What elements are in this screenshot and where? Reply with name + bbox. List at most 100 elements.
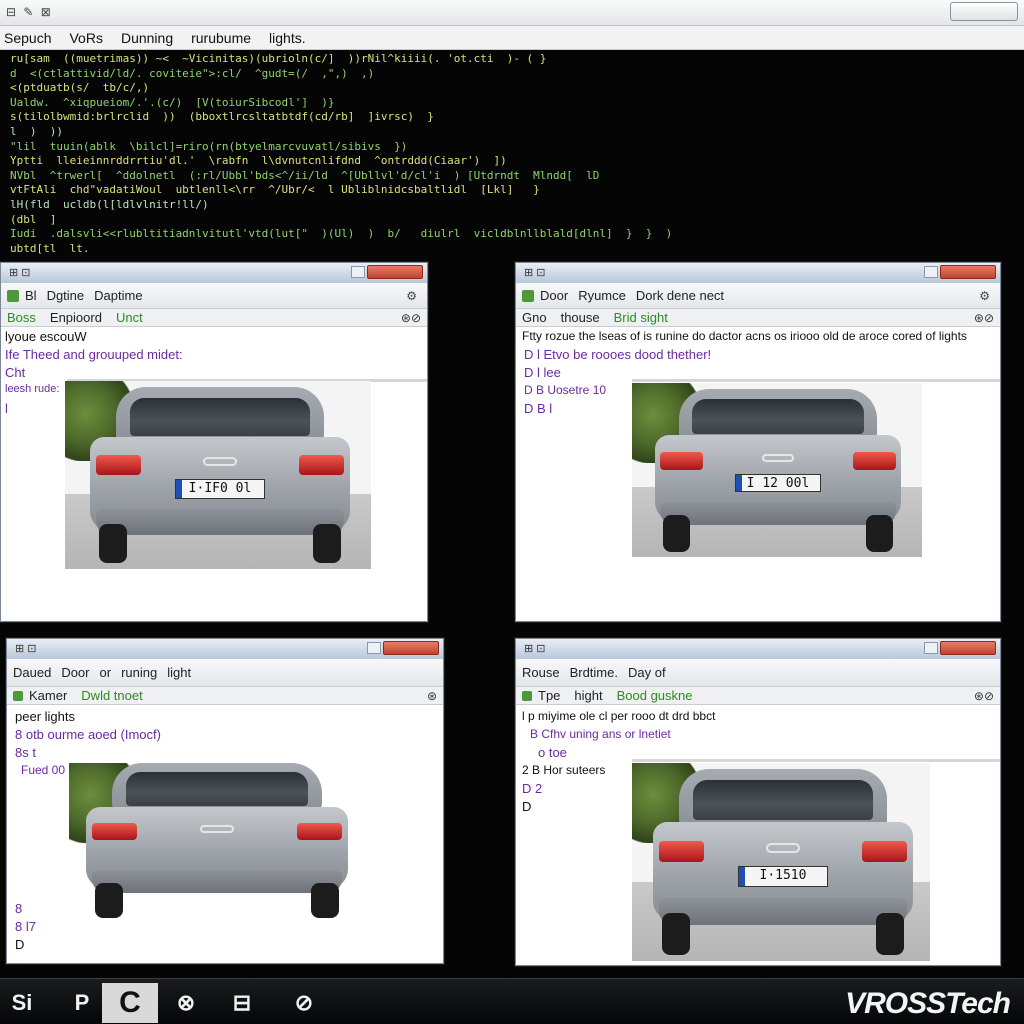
window-tabs: Boss Enpioord Unct ⊛⊘ <box>1 309 427 327</box>
window-controls[interactable] <box>950 2 1018 21</box>
app-icon <box>522 690 532 701</box>
body-text: peer lights <box>15 709 75 724</box>
tab[interactable]: Dwld tnoet <box>81 688 142 703</box>
toolbar-label[interactable]: Door <box>61 665 89 680</box>
settings-icon[interactable]: ⚙ <box>979 289 990 303</box>
body-text: D l Etvo be roooes dood thether! <box>524 347 712 362</box>
body-text: Ife Theed and grouuped midet: <box>5 347 183 362</box>
taskbar-app-p[interactable]: P <box>62 983 102 1023</box>
tab[interactable]: Kamer <box>29 688 67 703</box>
car-image: I·IF0 0l <box>79 387 361 567</box>
console-line: ubtd[tl lt. <box>10 241 90 255</box>
menu-item-4[interactable]: rurubume <box>191 30 251 46</box>
toolbar-label[interactable]: Daptime <box>94 288 142 303</box>
close-button[interactable] <box>367 265 423 279</box>
tab[interactable]: Boss <box>7 310 36 325</box>
menu-item-1[interactable]: Sepuch <box>4 30 51 46</box>
car-image: I·1510 <box>642 769 924 959</box>
tab[interactable]: Unct <box>116 310 143 325</box>
body-text: 8 l7 <box>15 919 36 934</box>
close-button[interactable] <box>940 265 996 279</box>
window-tabs: Gno thouse Brid sight ⊛⊘ <box>516 309 1000 327</box>
window-titlebar[interactable]: ⊞ ⊡ <box>1 263 427 283</box>
taskbar-lock-icon[interactable]: ⊟ <box>222 983 262 1023</box>
console-line: ru[sam ((muetrimas)) ~< ~Vicinitas)(ubri… <box>10 52 547 65</box>
taskbar-app-c[interactable]: C <box>102 983 158 1023</box>
tab[interactable]: Gno <box>522 310 547 325</box>
taskbar-tool-icon[interactable]: ⊘ <box>284 983 324 1023</box>
tab[interactable]: hight <box>574 688 602 703</box>
car-photo: I 12 00l <box>632 383 922 557</box>
window-titlebar[interactable]: ⊞ ⊡ <box>516 263 1000 283</box>
body-text: D 2 <box>522 781 543 796</box>
console-line: "lil tuuin(ablk \bilcl]=riro(rn(btyelmar… <box>10 139 408 153</box>
divider <box>632 759 1000 762</box>
window-body: l p miyime ole cl per rooo dt drd bbct B… <box>516 705 1000 965</box>
toolbar-label[interactable]: Dgtine <box>47 288 85 303</box>
toolbar-label[interactable]: runing <box>121 665 157 680</box>
toolbar-label[interactable]: Door <box>540 288 568 303</box>
console-line: NVbl ^trwerl[ ^ddolnetl (:rl/Ubbl'bds<^/… <box>10 168 600 182</box>
body-text: Fued 00 <box>21 763 66 777</box>
body-text: Cht <box>5 365 26 380</box>
minimize-button[interactable] <box>367 642 381 654</box>
body-text: 8 otb ourme aoed (Imocf) <box>15 727 161 742</box>
car-image: I 12 00l <box>644 389 912 555</box>
minimize-button[interactable] <box>924 642 938 654</box>
window-menu-icon[interactable]: ⊟ ✎ ⊠ <box>6 5 53 19</box>
console-line: d <(ctlattivid/ld/. coviteie">:cl/ ^gudt… <box>10 66 375 80</box>
settings-icon[interactable]: ⚙ <box>406 289 417 303</box>
console-line: l ) )) <box>10 124 63 138</box>
app-titlebar: ⊟ ✎ ⊠ <box>0 0 1024 26</box>
window-toolbar: Daued Door or runing light <box>7 659 443 687</box>
close-button[interactable] <box>940 641 996 655</box>
toolbar-label[interactable]: light <box>167 665 191 680</box>
car-image <box>75 763 359 921</box>
body-text: D B Uosetre 10 <box>524 383 607 397</box>
console-line: Iudi .dalsvli<<rlubltitiadnlvitutl'vtd(l… <box>10 227 673 241</box>
toolbar-label[interactable]: Brdtime. <box>570 665 618 680</box>
body-text: lyoue escouW <box>5 329 87 344</box>
tab[interactable]: Tpe <box>538 688 560 703</box>
body-text: Ftty rozue the lseas of is runine do dac… <box>522 329 967 343</box>
body-text: D <box>522 799 532 814</box>
body-text: D <box>15 937 25 952</box>
minimize-button[interactable] <box>924 266 938 278</box>
toolbar-label[interactable]: Rouse <box>522 665 560 680</box>
minimize-button[interactable] <box>351 266 365 278</box>
window-icons: ⊞ ⊡ <box>524 643 546 655</box>
taskbar-app-icon[interactable]: ⊗ <box>166 983 206 1023</box>
toolbar-label[interactable]: Ryumce <box>578 288 626 303</box>
license-plate: I·1510 <box>737 865 829 887</box>
toolbar-label[interactable]: Daued <box>13 665 51 680</box>
console-line: (dbl ] <box>10 212 57 226</box>
body-text: 2 B Hor suteers <box>522 763 606 777</box>
menu-item-5[interactable]: lights. <box>269 30 306 46</box>
window-titlebar[interactable]: ⊞ ⊡ <box>516 639 1000 659</box>
menu-item-2[interactable]: VoRs <box>69 30 102 46</box>
toolbar-label[interactable]: Dork dene nect <box>636 288 724 303</box>
window-icons: ⊞ ⊡ <box>524 267 546 279</box>
menu-item-3[interactable]: Dunning <box>121 30 173 46</box>
tab[interactable]: thouse <box>561 310 600 325</box>
console-line: s(tilolbwmid:brlrclid )) (bboxtlrcsltatb… <box>10 110 434 124</box>
close-button[interactable] <box>383 641 439 655</box>
terminal-output: ru[sam ((muetrimas)) ~< ~Vicinitas)(ubri… <box>0 50 1024 262</box>
toolbar-label[interactable]: or <box>100 665 112 680</box>
car-photo <box>69 763 365 923</box>
start-button[interactable]: Si <box>2 983 42 1023</box>
window-tabs: Tpe hight Bood guskne ⊛⊘ <box>516 687 1000 705</box>
tab[interactable]: Brid sight <box>614 310 668 325</box>
window-titlebar[interactable]: ⊞ ⊡ <box>7 639 443 659</box>
refresh-icon[interactable]: ⊛ <box>427 689 437 703</box>
dialog-window-1: ⊞ ⊡ Bl Dgtine Daptime ⚙ Boss Enpioord Un… <box>0 262 428 622</box>
body-text: D B l <box>524 401 553 416</box>
toolbar-label[interactable]: Day of <box>628 665 666 680</box>
tab[interactable]: Bood guskne <box>617 688 693 703</box>
car-photo: I·IF0 0l <box>65 381 371 569</box>
refresh-icon[interactable]: ⊛⊘ <box>974 689 994 703</box>
refresh-icon[interactable]: ⊛⊘ <box>401 311 421 325</box>
toolbar-label[interactable]: Bl <box>25 288 37 303</box>
refresh-icon[interactable]: ⊛⊘ <box>974 311 994 325</box>
tab[interactable]: Enpioord <box>50 310 102 325</box>
